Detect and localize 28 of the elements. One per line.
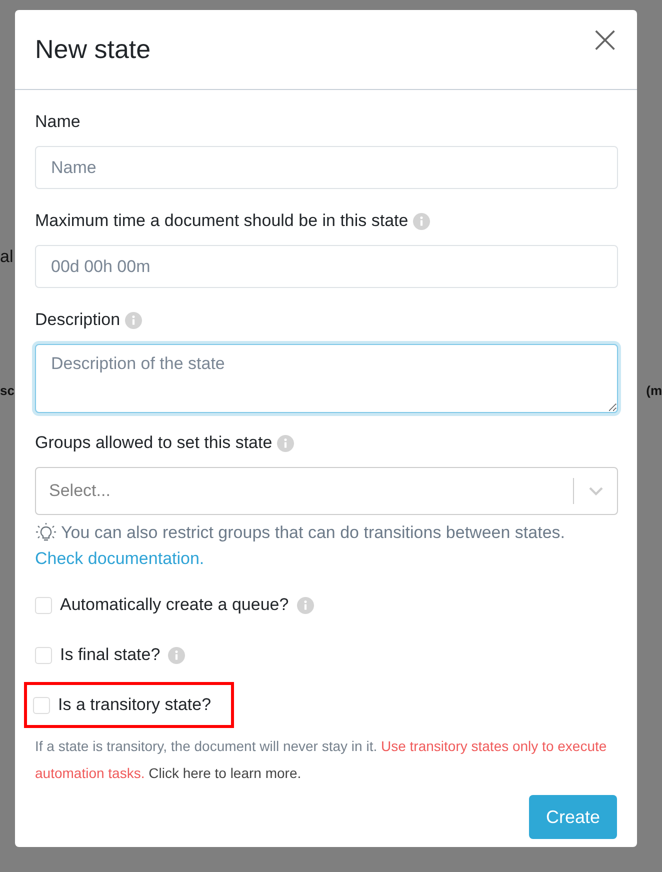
checkbox[interactable] [33, 696, 50, 714]
lightbulb-icon [35, 523, 57, 543]
chevron-down-icon [588, 486, 604, 496]
hint-text: You can also restrict groups that can do transitions between states. [61, 523, 565, 543]
select-field[interactable]: Select... [35, 467, 618, 515]
info-icon[interactable] [125, 312, 142, 328]
checkbox-label[interactable]: Automatically create a queue? [60, 595, 289, 615]
background-text: al [0, 247, 14, 267]
background-text: (m [646, 383, 662, 398]
help-text: If a state is transitory, the document will never stay in it. Use transitory states only to execute automation tasks. Click here to learn more. [35, 737, 608, 783]
text-area[interactable]: Description of the state [35, 344, 618, 413]
checkbox[interactable] [35, 646, 52, 664]
checkbox[interactable] [35, 596, 52, 614]
field-label: Description [35, 310, 120, 330]
field-label: Name [35, 112, 80, 132]
background-text: sc [0, 383, 14, 398]
input-field[interactable]: 00d 00h 00m [35, 245, 618, 288]
dialog-title: New state [35, 34, 151, 65]
info-icon[interactable] [277, 434, 294, 452]
field-label: Groups allowed to set this state [35, 433, 272, 453]
info-icon[interactable] [413, 212, 430, 230]
info-icon[interactable] [296, 596, 314, 614]
checkbox-label[interactable]: Is a transitory state? [58, 695, 212, 715]
info-icon[interactable] [168, 646, 186, 664]
checkbox-label[interactable]: Is final state? [60, 645, 160, 665]
close-button[interactable]: × [585, 24, 625, 54]
input-field[interactable]: Name [35, 146, 618, 189]
field-label: Maximum time a document should be in this state [35, 211, 408, 231]
